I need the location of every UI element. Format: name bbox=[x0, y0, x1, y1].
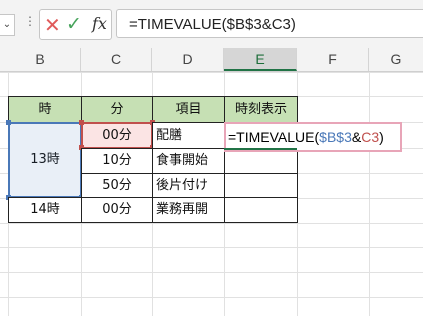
enter-check-icon[interactable]: ✓ bbox=[66, 13, 82, 35]
column-header-g[interactable]: G bbox=[369, 48, 423, 71]
formula-input[interactable]: =TIMEVALUE($B$3&C3) bbox=[116, 9, 423, 38]
ref-handle-icon[interactable] bbox=[6, 120, 11, 125]
formula-bar-area: ⌄ ⋮ ✕ ✓ fx =TIMEVALUE($B$3&C3) bbox=[0, 0, 423, 48]
column-header-b[interactable]: B bbox=[0, 48, 81, 71]
item-cell[interactable]: 配膳 bbox=[152, 122, 225, 149]
minute-cell[interactable]: 00分 bbox=[81, 122, 153, 149]
minute-cell[interactable]: 10分 bbox=[81, 148, 153, 174]
column-header-e[interactable]: E bbox=[224, 48, 297, 71]
formula-buttons: ✕ ✓ fx bbox=[39, 9, 112, 40]
formula-ref-b3: $B$3 bbox=[319, 129, 352, 145]
item-cell[interactable]: 業務再開 bbox=[152, 197, 225, 223]
item-cell[interactable]: 後片付け bbox=[152, 173, 225, 199]
minute-cell[interactable]: 50分 bbox=[81, 173, 153, 199]
hour-cell-14[interactable]: 14時 bbox=[8, 197, 82, 223]
name-box-dropdown-icon[interactable]: ⌄ bbox=[0, 14, 15, 36]
minute-cell[interactable]: 00分 bbox=[81, 197, 153, 223]
insert-function-icon[interactable]: fx bbox=[92, 14, 107, 33]
spreadsheet-grid[interactable]: 時 分 項目 時刻表示 13時 14時 00分 10分 50分 00分 配膳 食… bbox=[0, 72, 423, 316]
column-header-d[interactable]: D bbox=[152, 48, 224, 71]
item-cell[interactable]: 食事開始 bbox=[152, 148, 225, 174]
ref-highlight-b3 bbox=[8, 122, 82, 198]
header-minute[interactable]: 分 bbox=[81, 96, 153, 123]
column-header-f[interactable]: F bbox=[297, 48, 369, 71]
column-header-bar: B C D E F G bbox=[0, 48, 423, 72]
ref-handle-icon[interactable] bbox=[79, 120, 84, 125]
formula-ref-c3: C3 bbox=[361, 129, 380, 145]
header-hour[interactable]: 時 bbox=[8, 96, 82, 123]
active-cell-indicator bbox=[224, 148, 297, 150]
header-item[interactable]: 項目 bbox=[152, 96, 225, 123]
time-display-cell[interactable] bbox=[224, 173, 298, 199]
more-options-icon[interactable]: ⋮ bbox=[24, 14, 36, 28]
formula-text: ) bbox=[379, 129, 384, 145]
cancel-icon[interactable]: ✕ bbox=[44, 13, 61, 37]
column-header-c[interactable]: C bbox=[81, 48, 152, 71]
formula-text: =TIMEVALUE( bbox=[228, 129, 320, 145]
time-display-cell[interactable] bbox=[224, 197, 298, 223]
formula-text: & bbox=[351, 129, 362, 145]
header-time-display[interactable]: 時刻表示 bbox=[224, 96, 298, 123]
